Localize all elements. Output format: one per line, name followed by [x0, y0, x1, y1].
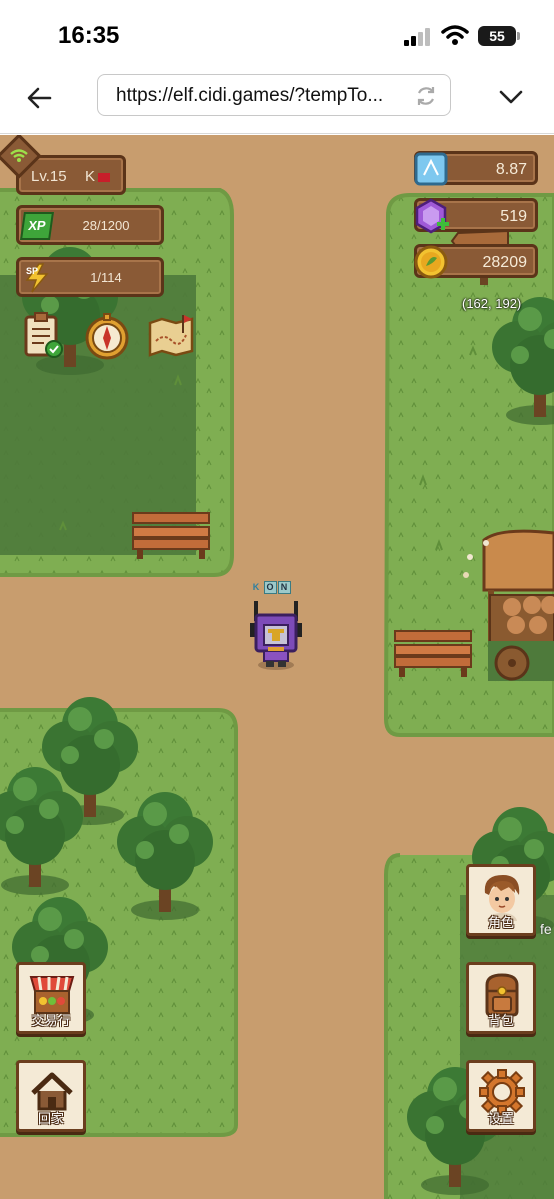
- home-button[interactable]: 回家: [16, 1060, 86, 1132]
- player-name-letter: K: [252, 582, 261, 592]
- coin-value: 28209: [482, 254, 528, 271]
- trading-button-label: 交易行: [31, 1014, 71, 1029]
- purple-gem-plus-icon[interactable]: [413, 198, 449, 234]
- player-name-tag: KON: [249, 581, 291, 595]
- backpack-button-label: 背包: [487, 1014, 514, 1029]
- sp-badge-text: SP: [26, 266, 38, 276]
- browser-toolbar: https://elf.cidi.games/?tempTo...: [0, 66, 554, 134]
- coin-counter: 28209: [414, 244, 538, 279]
- home-button-label: 回家: [37, 1112, 64, 1127]
- sp-value: 1/114: [90, 270, 122, 285]
- player-name-letter: O: [264, 581, 277, 594]
- character-button[interactable]: 角色: [466, 864, 536, 936]
- xp-value: 28/1200: [82, 218, 130, 233]
- backpack-button[interactable]: 背包: [466, 962, 536, 1034]
- crystal-icon: [414, 152, 448, 186]
- treasure-map-icon[interactable]: [146, 311, 196, 361]
- gem-counter: 519: [413, 198, 538, 234]
- compass-icon[interactable]: [82, 311, 132, 361]
- gold-coin-icon: [414, 245, 448, 279]
- offscreen-label: fe: [540, 921, 552, 937]
- address-bar[interactable]: https://elf.cidi.games/?tempTo...: [97, 74, 451, 116]
- wifi-icon: [441, 25, 469, 45]
- xp-bar: XP 28/1200: [16, 205, 164, 245]
- url-text[interactable]: https://elf.cidi.games/?tempTo...: [116, 85, 411, 107]
- character-button-label: 角色: [487, 916, 514, 931]
- battery-indicator: 55: [478, 26, 520, 46]
- gem-value: 519: [500, 208, 527, 225]
- level-text: Lv.15: [31, 168, 67, 185]
- game-viewport[interactable]: Lv.15 K XP 28/1200 SP 1/114 8.87 519 282…: [0, 135, 554, 1199]
- xp-icon: XP: [20, 212, 54, 240]
- settings-button-label: 设置: [487, 1112, 514, 1127]
- player-name-letter: N: [278, 581, 291, 594]
- sp-lightning-icon: SP: [25, 263, 49, 293]
- status-time: 16:35: [58, 22, 120, 49]
- crystal-value: 8.87: [495, 161, 527, 178]
- map-coordinates: (162, 192): [462, 296, 522, 311]
- trading-button[interactable]: 交易行: [16, 962, 86, 1034]
- settings-button[interactable]: 设置: [466, 1060, 536, 1132]
- market-cart[interactable]: [482, 529, 554, 681]
- sp-bar: SP 1/114: [16, 257, 164, 297]
- player-initial: K: [85, 168, 96, 185]
- back-arrow-icon[interactable]: [24, 82, 56, 114]
- reload-icon[interactable]: [414, 84, 438, 108]
- connection-wifi-icon: [10, 149, 28, 162]
- chevron-down-icon[interactable]: [496, 82, 526, 112]
- flag-icon: [98, 173, 110, 182]
- quest-list-icon[interactable]: [18, 311, 68, 361]
- crystal-counter: 8.87: [414, 151, 538, 186]
- status-bar: 16:35 55: [0, 0, 554, 66]
- cellular-signal-icon: [404, 28, 434, 46]
